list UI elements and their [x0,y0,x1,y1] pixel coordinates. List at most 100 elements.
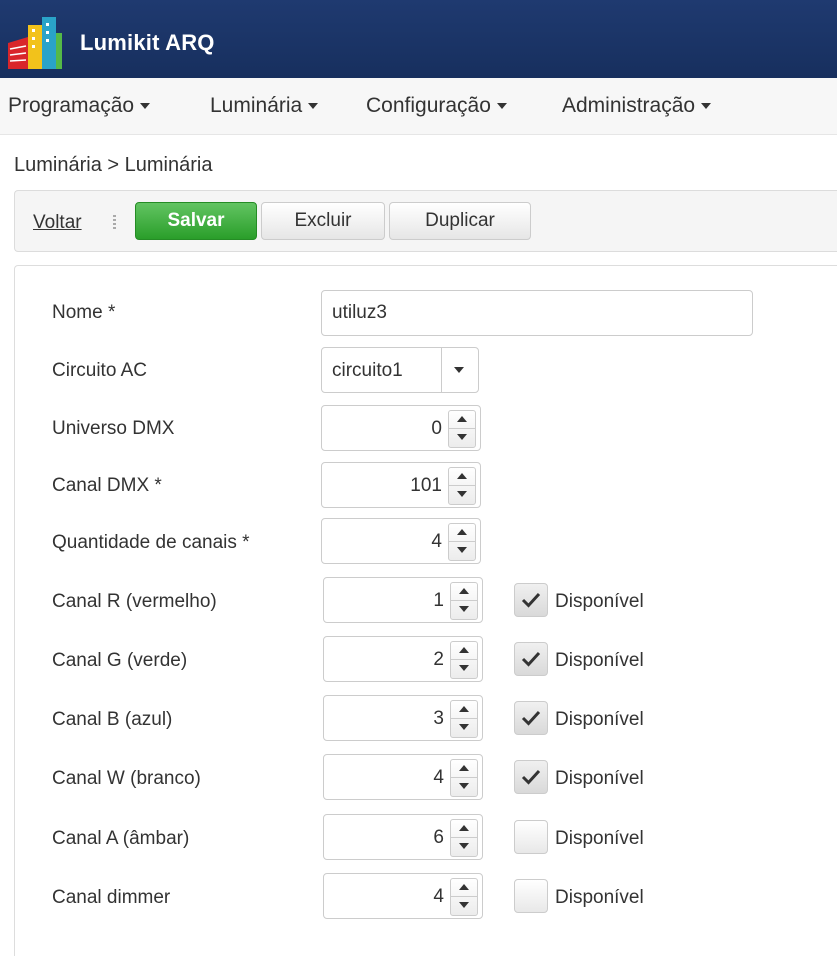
duplicate-button[interactable]: Duplicar [389,202,531,240]
menu-administracao[interactable]: Administração [562,94,712,118]
canal-r-available-checkbox[interactable] [514,583,548,617]
decrement-button[interactable] [451,601,477,619]
caret-down-icon [140,103,151,110]
circuito-value: circuito1 [332,360,403,381]
spinner-value: 4 [431,531,442,552]
canal-g-available-checkbox[interactable] [514,642,548,676]
arrow-down-icon [459,902,469,908]
spinner-value: 3 [433,708,444,729]
canal-dimmer-available-checkbox[interactable] [514,879,548,913]
app-title: Lumikit ARQ [80,30,215,55]
canal-g-available-label: Disponível [555,650,644,671]
canal-b-available-checkbox[interactable] [514,701,548,735]
increment-button[interactable] [449,468,475,486]
menu-luminaria[interactable]: Luminária [210,94,319,118]
decrement-button[interactable] [451,719,477,737]
canal-dmx-label: Canal DMX * [52,475,162,496]
spinner-buttons [448,523,476,561]
arrow-down-icon [459,665,469,671]
quantidade-label: Quantidade de canais * [52,532,250,553]
nome-input[interactable] [321,290,753,336]
increment-button[interactable] [451,879,477,897]
decrement-button[interactable] [451,897,477,915]
menu-configuracao[interactable]: Configuração [366,94,507,118]
spinner-value: 0 [431,418,442,439]
spinner-buttons [450,582,478,620]
menu-programacao[interactable]: Programação [8,94,151,118]
select-toggle[interactable] [441,348,478,392]
increment-button[interactable] [451,760,477,778]
save-button[interactable]: Salvar [135,202,257,240]
check-icon [521,651,541,667]
canal-b-spinner[interactable]: 3 [323,695,483,741]
caret-down-icon [701,103,712,110]
increment-button[interactable] [451,701,477,719]
toolbar-separator [113,215,116,231]
arrow-down-icon [457,547,467,553]
canal-w-label: Canal W (branco) [52,768,201,789]
spinner-buttons [448,467,476,505]
increment-button[interactable] [449,411,475,429]
decrement-button[interactable] [449,429,475,447]
arrow-up-icon [457,473,467,479]
increment-button[interactable] [451,583,477,601]
canal-a-available-label: Disponível [555,828,644,849]
canal-a-spinner[interactable]: 6 [323,814,483,860]
canal-w-spinner[interactable]: 4 [323,754,483,800]
canal-g-label: Canal G (verde) [52,650,188,671]
decrement-button[interactable] [449,486,475,504]
increment-button[interactable] [451,642,477,660]
universo-spinner[interactable]: 0 [321,405,481,451]
decrement-button[interactable] [451,838,477,856]
spinner-buttons [450,641,478,679]
nome-label: Nome * [52,302,116,323]
canal-dmx-spinner[interactable]: 101 [321,462,481,508]
arrow-down-icon [459,606,469,612]
menu-label: Administração [562,94,696,117]
arrow-down-icon [459,724,469,730]
canal-w-available-checkbox[interactable] [514,760,548,794]
check-icon [521,769,541,785]
spinner-value: 101 [410,475,442,496]
canal-r-label: Canal R (vermelho) [52,591,217,612]
check-icon [521,710,541,726]
canal-dimmer-spinner[interactable]: 4 [323,873,483,919]
arrow-up-icon [459,706,469,712]
caret-down-icon [454,367,464,373]
arrow-down-icon [459,843,469,849]
decrement-button[interactable] [451,660,477,678]
increment-button[interactable] [451,820,477,838]
delete-button[interactable]: Excluir [261,202,385,240]
canal-b-available-label: Disponível [555,709,644,730]
circuito-label: Circuito AC [52,360,148,381]
canal-a-available-checkbox[interactable] [514,820,548,854]
breadcrumb: Luminária > Luminária [14,154,213,176]
spinner-buttons [450,878,478,916]
spinner-value: 1 [433,590,444,611]
lumikit-logo-icon [8,17,62,69]
increment-button[interactable] [449,524,475,542]
quantidade-spinner[interactable]: 4 [321,518,481,564]
arrow-down-icon [459,783,469,789]
menu-label: Configuração [366,94,491,117]
canal-a-label: Canal A (âmbar) [52,828,190,849]
spinner-buttons [450,700,478,738]
canal-r-spinner[interactable]: 1 [323,577,483,623]
spinner-value: 6 [433,827,444,848]
arrow-up-icon [459,825,469,831]
menu-label: Programação [8,94,135,117]
arrow-up-icon [457,529,467,535]
canal-w-available-label: Disponível [555,768,644,789]
spinner-buttons [450,819,478,857]
spinner-buttons [448,410,476,448]
back-link[interactable]: Voltar [33,212,82,234]
arrow-up-icon [457,416,467,422]
circuito-select[interactable]: circuito1 [321,347,479,393]
universo-label: Universo DMX [52,418,175,439]
decrement-button[interactable] [451,778,477,796]
action-toolbar: Voltar Salvar Excluir Duplicar [14,190,837,252]
menu-label: Luminária [210,94,303,117]
canal-g-spinner[interactable]: 2 [323,636,483,682]
spinner-buttons [450,759,478,797]
decrement-button[interactable] [449,542,475,560]
